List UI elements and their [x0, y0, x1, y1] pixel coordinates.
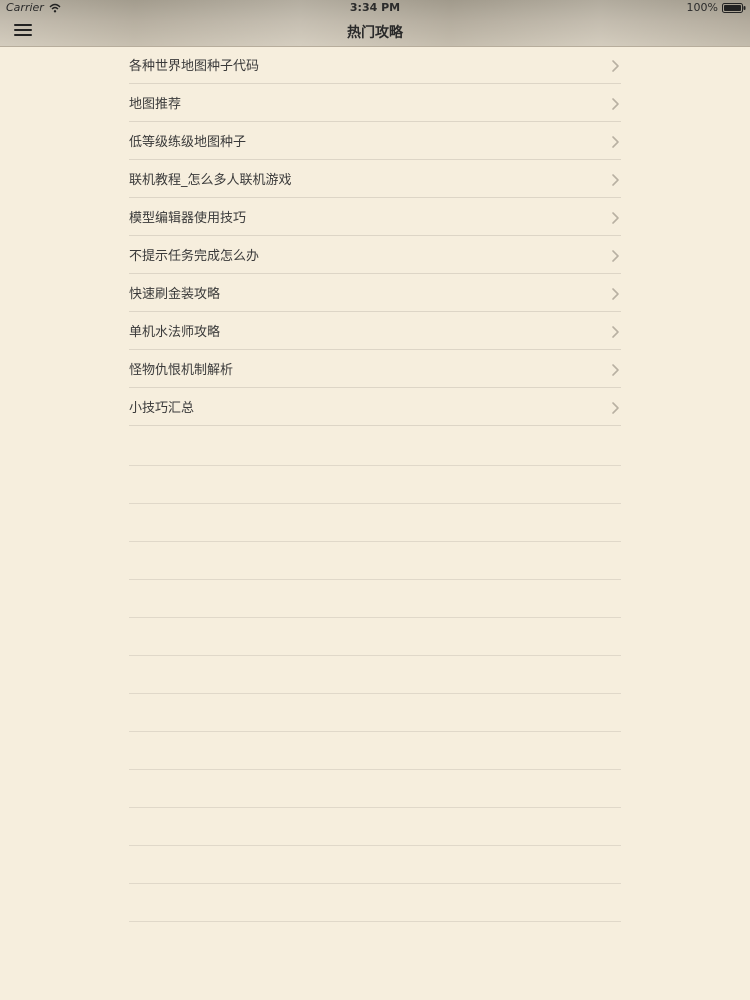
- chevron-right-icon: [611, 96, 621, 110]
- list-item[interactable]: 快速刷金装攻略: [129, 274, 621, 312]
- empty-separator: [129, 542, 621, 580]
- list-item-label: 模型编辑器使用技巧: [129, 211, 247, 226]
- chevron-right-icon: [611, 134, 621, 148]
- strategy-list: 各种世界地图种子代码 地图推荐 低等级练级地图种子 联机教程_怎么多人联机游戏 …: [129, 46, 621, 426]
- list-item-label: 低等级练级地图种子: [129, 135, 247, 150]
- list-item[interactable]: 地图推荐: [129, 84, 621, 122]
- status-time: 3:34 PM: [349, 1, 401, 14]
- chevron-right-icon: [611, 324, 621, 338]
- list-item[interactable]: 小技巧汇总: [129, 388, 621, 426]
- chevron-right-icon: [611, 248, 621, 262]
- chevron-right-icon: [611, 400, 621, 414]
- empty-separator: [129, 884, 621, 922]
- empty-separator: [129, 770, 621, 808]
- empty-separator: [129, 466, 621, 504]
- battery-icon: [722, 2, 746, 13]
- list-item-label: 不提示任务完成怎么办: [129, 249, 260, 264]
- list-item-label: 各种世界地图种子代码: [129, 59, 260, 74]
- battery-percent: 100%: [686, 1, 718, 14]
- list-item[interactable]: 模型编辑器使用技巧: [129, 198, 621, 236]
- empty-separator: [129, 504, 621, 542]
- empty-separator: [129, 618, 621, 656]
- list-item[interactable]: 低等级练级地图种子: [129, 122, 621, 160]
- empty-separator: [129, 732, 621, 770]
- empty-separator: [129, 428, 621, 466]
- chevron-right-icon: [611, 210, 621, 224]
- empty-separator: [129, 580, 621, 618]
- empty-separator: [129, 808, 621, 846]
- list-item-label: 怪物仇恨机制解析: [129, 363, 234, 378]
- chevron-right-icon: [611, 58, 621, 72]
- list-item-label: 联机教程_怎么多人联机游戏: [129, 173, 292, 188]
- empty-separator: [129, 846, 621, 884]
- empty-separator: [129, 656, 621, 694]
- chevron-right-icon: [611, 172, 621, 186]
- list-item-label: 地图推荐: [129, 97, 182, 112]
- list-item[interactable]: 怪物仇恨机制解析: [129, 350, 621, 388]
- empty-separator: [129, 694, 621, 732]
- chevron-right-icon: [611, 286, 621, 300]
- empty-separators: [129, 428, 621, 922]
- page-title: 热门攻略: [347, 25, 403, 41]
- list-item-label: 小技巧汇总: [129, 401, 195, 416]
- navigation-bar: 热门攻略: [0, 16, 750, 46]
- list-item[interactable]: 联机教程_怎么多人联机游戏: [129, 160, 621, 198]
- list-item-label: 快速刷金装攻略: [129, 287, 221, 302]
- list-item[interactable]: 不提示任务完成怎么办: [129, 236, 621, 274]
- list-item[interactable]: 各种世界地图种子代码: [129, 46, 621, 84]
- top-bar: Carrier 3:34 PM 100% 热门攻略: [0, 0, 750, 47]
- status-right: 100%: [687, 1, 746, 14]
- list-item-label: 单机水法师攻略: [129, 325, 221, 340]
- chevron-right-icon: [611, 362, 621, 376]
- status-bar: Carrier 3:34 PM 100%: [0, 0, 750, 16]
- list-item[interactable]: 单机水法师攻略: [129, 312, 621, 350]
